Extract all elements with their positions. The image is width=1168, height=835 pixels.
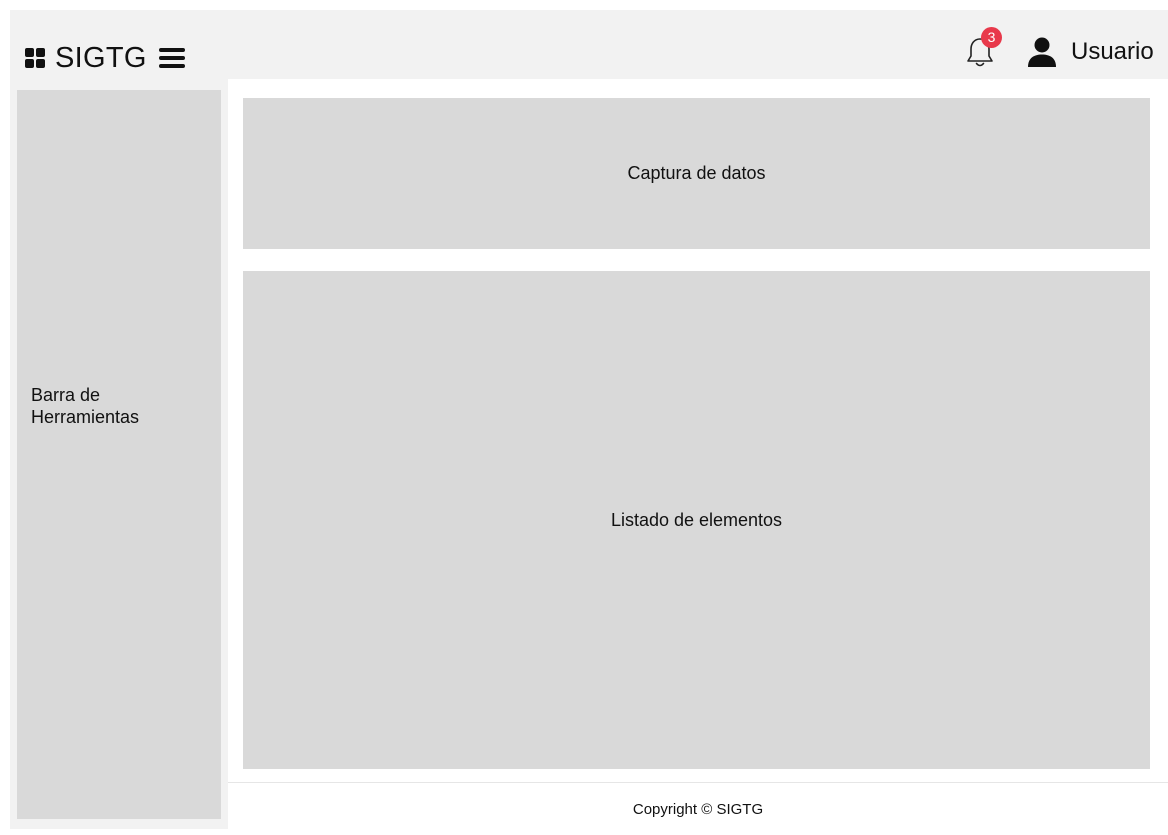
notifications-button[interactable]: 3 — [963, 27, 1003, 72]
data-capture-panel[interactable]: Captura de datos — [243, 98, 1150, 249]
grid-icon[interactable] — [25, 48, 45, 68]
element-list-label: Listado de elementos — [610, 509, 783, 530]
copyright-text: Copyright © SIGTG — [632, 800, 764, 818]
sidebar-label-line-1: Barra de — [31, 385, 101, 405]
brand: SIGTG — [25, 40, 185, 76]
footer: Copyright © SIGTG — [228, 782, 1168, 835]
user-name: Usuario — [1071, 38, 1154, 65]
hamburger-menu-icon[interactable] — [158, 48, 185, 68]
element-list-panel[interactable]: Listado de elementos — [243, 271, 1150, 769]
brand-name: SIGTG — [55, 42, 147, 74]
data-capture-label: Captura de datos — [627, 163, 766, 183]
user-icon — [1028, 37, 1056, 67]
app-window: SIGTG 3 Usuario Barra de Herramientas Ca… — [0, 0, 1168, 835]
user-menu[interactable]: Usuario — [1026, 32, 1154, 72]
notification-badge: 3 — [981, 27, 1002, 48]
sidebar-label: Barra de Herramientas — [31, 384, 211, 428]
sidebar-label-line-2: Herramientas — [31, 407, 140, 427]
top-bar: SIGTG 3 Usuario — [10, 10, 1168, 79]
sidebar-toolbar[interactable]: Barra de Herramientas — [17, 90, 221, 819]
